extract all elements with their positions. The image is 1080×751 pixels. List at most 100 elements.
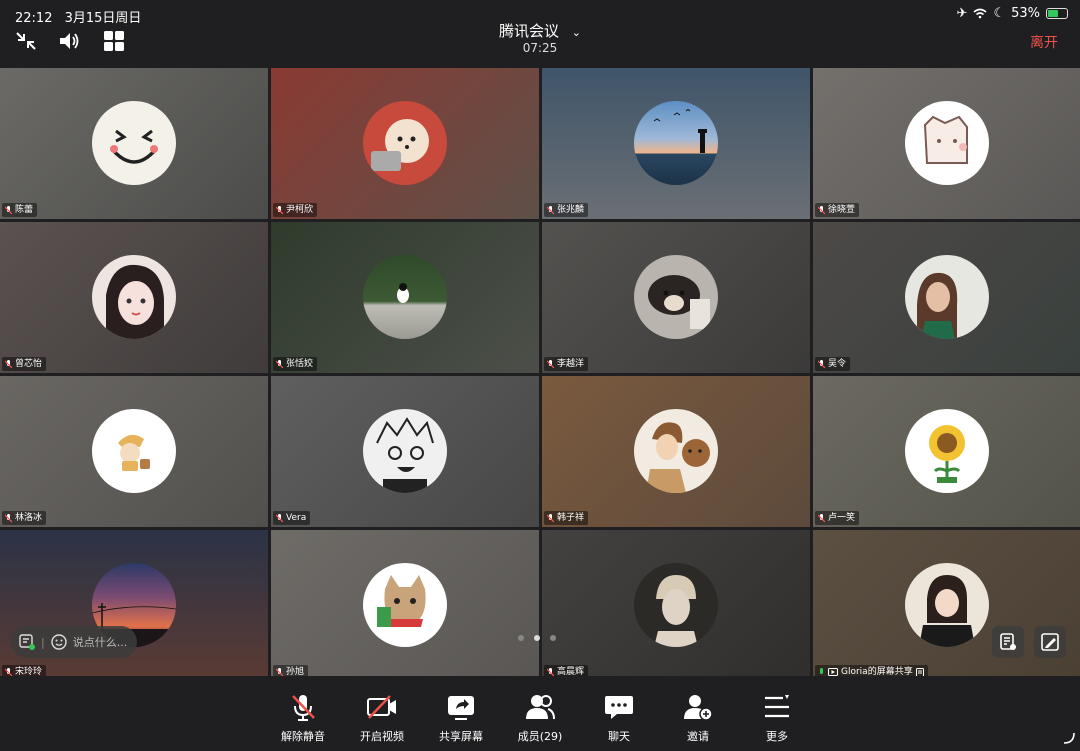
participant-label: 吴令 — [815, 357, 851, 371]
more-label: 更多 — [766, 730, 788, 743]
participant-tile[interactable]: 李越洋 — [542, 222, 810, 373]
page-dot-active[interactable] — [534, 635, 540, 641]
mic-muted-icon — [818, 513, 825, 522]
mic-muted-icon — [547, 205, 554, 214]
participant-name: 林洛冰 — [15, 513, 43, 523]
mic-muted-icon — [547, 513, 554, 522]
leave-button[interactable]: 离开 — [1030, 32, 1058, 52]
annotate-button[interactable] — [1034, 626, 1066, 658]
unmute-label: 解除静音 — [281, 730, 325, 743]
mic-muted-icon — [5, 205, 12, 214]
participant-label: 徐晓萱 — [815, 203, 860, 217]
notes-icon — [1000, 633, 1016, 650]
mic-muted-icon — [276, 513, 283, 522]
mic-muted-icon — [276, 205, 283, 214]
more-button[interactable]: 更多 — [747, 692, 807, 744]
mic-muted-icon — [276, 359, 283, 368]
participant-avatar — [634, 562, 718, 647]
participant-avatar — [363, 408, 447, 493]
participant-tile[interactable]: 尹柯欣 — [271, 68, 539, 219]
mic-muted-icon — [5, 359, 12, 368]
more-menu-icon — [765, 695, 789, 718]
participant-avatar — [92, 100, 176, 185]
members-icon — [526, 695, 555, 720]
participant-label: 尹柯欣 — [273, 203, 318, 217]
chat-list-icon[interactable] — [19, 634, 35, 650]
participant-avatar — [634, 254, 718, 339]
participant-label: 张恬姣 — [273, 357, 318, 371]
participant-tile[interactable]: 张恬姣 — [271, 222, 539, 373]
participant-label: 李越洋 — [544, 357, 589, 371]
participant-tile[interactable]: Gloria的屏幕共享 — [813, 530, 1080, 681]
participant-grid: 陈蕾 尹柯欣 张兆麟 徐晓萱 曾芯怡 张恬姣 李越洋 吴令 林洛冰 Vera 韩… — [0, 68, 1080, 681]
share-screen-label: 共享屏幕 — [439, 730, 483, 743]
participant-label: Vera — [273, 511, 311, 525]
participant-label: 张兆麟 — [544, 203, 589, 217]
participant-label: 卢一笑 — [815, 511, 860, 525]
participant-avatar — [905, 254, 989, 339]
participant-tile[interactable]: 高晨辉 — [542, 530, 810, 681]
emoji-icon[interactable] — [51, 634, 67, 650]
chat-icon — [605, 696, 633, 719]
participant-name: 卢一笑 — [828, 513, 856, 523]
participant-tile[interactable]: Vera — [271, 376, 539, 527]
unmute-button[interactable]: 解除静音 — [273, 692, 333, 744]
pen-icon — [1041, 633, 1059, 651]
mic-muted-icon — [5, 513, 12, 522]
page-dot[interactable] — [550, 635, 556, 641]
mic-muted-icon — [547, 359, 554, 368]
participant-name: 李越洋 — [557, 359, 585, 369]
participant-name: 吴令 — [828, 359, 847, 369]
participant-label: 陈蕾 — [2, 203, 38, 217]
notes-button[interactable] — [992, 626, 1024, 658]
battery-percent: 53% — [1011, 6, 1040, 21]
participant-avatar — [905, 100, 989, 185]
participant-name: 尹柯欣 — [286, 205, 314, 215]
participant-tile[interactable]: 徐晓萱 — [813, 68, 1080, 219]
participant-label: 林洛冰 — [2, 511, 47, 525]
video-off-icon — [367, 695, 396, 719]
participant-avatar — [92, 408, 176, 493]
members-label: 成员(29) — [517, 730, 563, 743]
chat-label: 聊天 — [608, 730, 630, 743]
chat-button[interactable]: 聊天 — [589, 692, 649, 744]
participant-name: 徐晓萱 — [828, 205, 856, 215]
participant-tile[interactable]: 孙旭 — [271, 530, 539, 681]
participant-avatar — [92, 254, 176, 339]
participant-name: Vera — [286, 513, 307, 523]
mic-muted-icon — [818, 205, 825, 214]
participant-tile[interactable]: 张兆麟 — [542, 68, 810, 219]
participant-label: 韩子祥 — [544, 511, 589, 525]
participant-name: 陈蕾 — [15, 205, 34, 215]
mic-muted-icon — [818, 359, 825, 368]
resize-corner-icon[interactable] — [1062, 731, 1076, 745]
add-user-icon — [684, 695, 713, 721]
wifi-icon — [973, 8, 987, 19]
participant-avatar — [363, 562, 447, 647]
share-screen-icon — [448, 696, 474, 720]
participant-avatar — [634, 100, 718, 185]
invite-button[interactable]: 邀请 — [668, 692, 728, 744]
meeting-title-dropdown[interactable]: 腾讯会议 ⌄ — [0, 20, 1080, 41]
participant-tile[interactable]: 韩子祥 — [542, 376, 810, 527]
participant-label: 曾芯怡 — [2, 357, 47, 371]
participant-tile[interactable]: 陈蕾 — [0, 68, 268, 219]
participant-name: 张兆麟 — [557, 205, 585, 215]
chat-input[interactable]: | 说点什么... — [11, 626, 137, 658]
participant-tile[interactable]: 曾芯怡 — [0, 222, 268, 373]
participant-tile[interactable]: 宋玲玲 — [0, 530, 268, 681]
participant-name: 张恬姣 — [286, 359, 314, 369]
page-dot[interactable] — [518, 635, 524, 641]
mic-muted-icon — [292, 695, 315, 721]
invite-label: 邀请 — [687, 730, 709, 743]
participant-tile[interactable]: 林洛冰 — [0, 376, 268, 527]
share-screen-button[interactable]: 共享屏幕 — [431, 692, 491, 744]
members-button[interactable]: 成员(29) — [510, 692, 570, 744]
participant-avatar — [905, 408, 989, 493]
participant-avatar — [904, 562, 989, 647]
page-indicator[interactable] — [518, 635, 556, 641]
meeting-header: 腾讯会议 ⌄ 07:25 离开 — [0, 22, 1080, 64]
start-video-button[interactable]: 开启视频 — [352, 692, 412, 744]
participant-tile[interactable]: 吴令 — [813, 222, 1080, 373]
participant-tile[interactable]: 卢一笑 — [813, 376, 1080, 527]
